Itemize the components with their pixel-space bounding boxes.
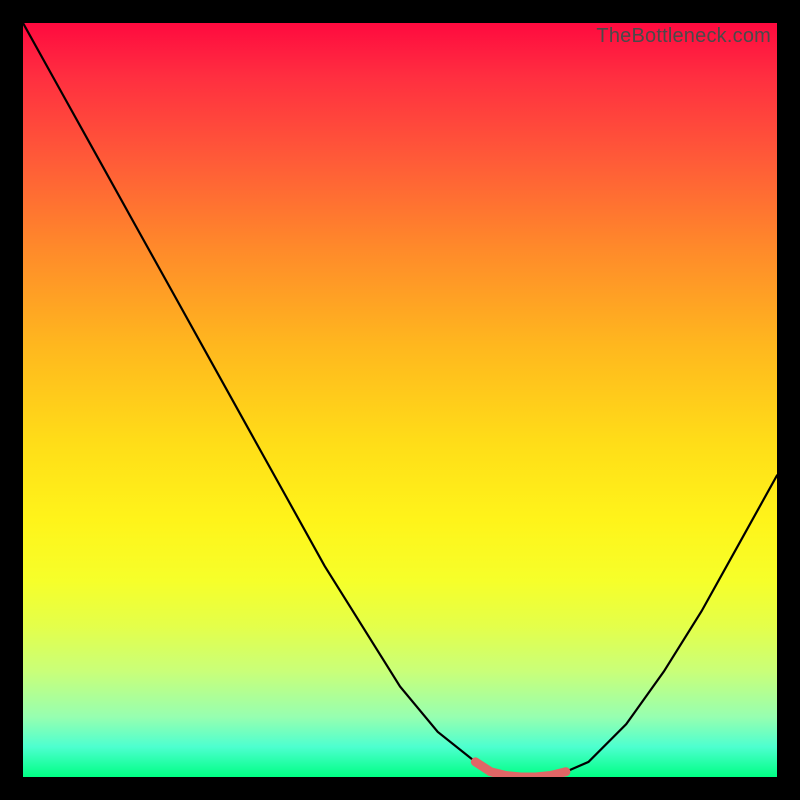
chart-frame: TheBottleneck.com — [0, 0, 800, 800]
watermark-text: TheBottleneck.com — [596, 25, 771, 48]
main-curve — [23, 23, 777, 777]
plot-area: TheBottleneck.com — [23, 23, 777, 777]
highlight-band — [475, 762, 566, 777]
curve-layer — [23, 23, 777, 777]
